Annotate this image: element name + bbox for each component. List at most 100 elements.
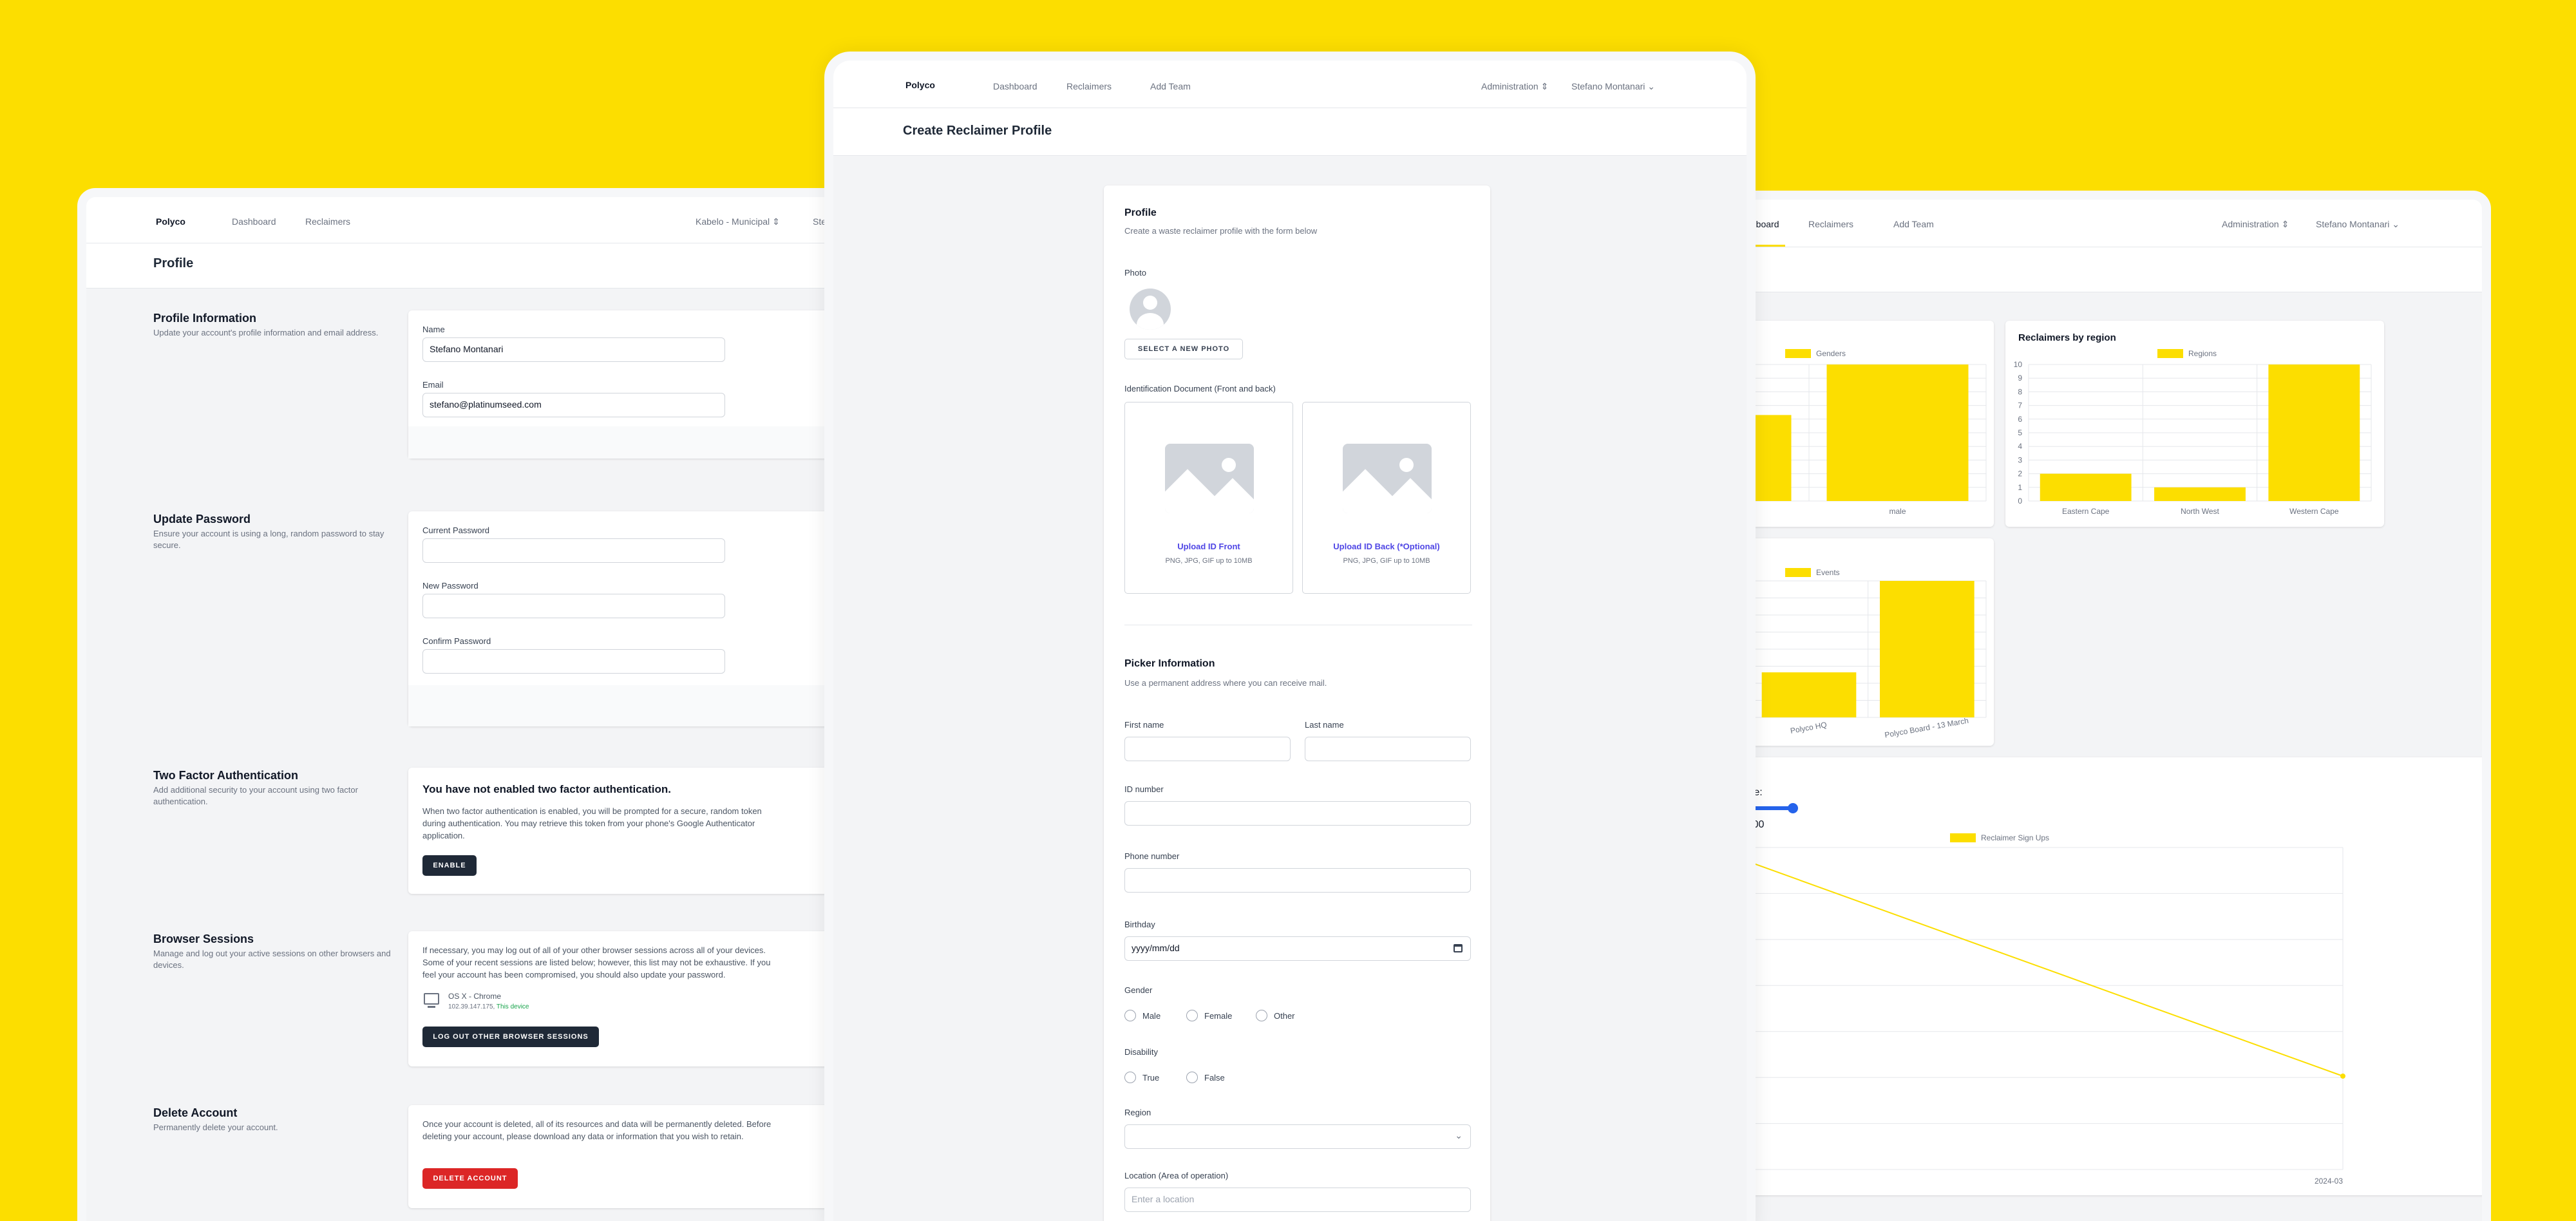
create-header: Create Reclaimer Profile <box>833 108 1747 156</box>
twofa-heading: You have not enabled two factor authenti… <box>422 783 671 795</box>
birthday-field[interactable]: yyyy/mm/dd <box>1124 936 1471 961</box>
chevron-down-icon: ⌄ <box>2392 219 2400 229</box>
polyco-logo: Polyco <box>156 216 185 227</box>
bar <box>1826 364 1969 501</box>
email-label: Email <box>422 380 444 390</box>
signups-chart-panel: lps Max Age: nge: 0 - 100 Reclaimer Sign… <box>1709 757 2482 1195</box>
y-tick-label: 1 <box>2018 483 2022 492</box>
id-number-field[interactable] <box>1124 801 1471 826</box>
x-tick-label: Eastern Cape <box>2062 507 2110 516</box>
gender-other-radio[interactable] <box>1256 1010 1267 1021</box>
delete-body: Once your account is deleted, all of its… <box>422 1119 772 1141</box>
data-point <box>2340 1074 2345 1079</box>
create-reclaimer-window: Polyco Dashboard Reclaimers Add Team Adm… <box>824 52 1756 1221</box>
gender-female-radio[interactable] <box>1186 1010 1198 1021</box>
current-password-field[interactable] <box>422 538 725 563</box>
x-tick-label: male <box>1889 507 1906 516</box>
confirm-password-field[interactable] <box>422 649 725 674</box>
disability-true-radio[interactable] <box>1124 1072 1136 1083</box>
this-device-label: This device <box>496 1003 529 1010</box>
dash-admin-dropdown[interactable]: Administration ⇕ <box>2222 219 2289 230</box>
phone-field[interactable] <box>1124 868 1471 893</box>
last-name-label: Last name <box>1305 720 1344 730</box>
image-placeholder-icon <box>1165 444 1254 513</box>
org-dropdown[interactable]: Kabelo - Municipal ⇕ <box>696 216 780 227</box>
disability-false-label: False <box>1204 1073 1225 1083</box>
logout-sessions-button[interactable]: LOG OUT OTHER BROWSER SESSIONS <box>422 1027 599 1047</box>
create-nav-addteam[interactable]: Add Team <box>1150 81 1191 91</box>
region-select[interactable]: ⌄ <box>1124 1124 1471 1149</box>
dash-user-dropdown[interactable]: Stefano Montanari ⌄ <box>2316 219 2400 230</box>
nav-reclaimers[interactable]: Reclaimers <box>305 216 350 227</box>
location-field[interactable]: Enter a location <box>1124 1188 1471 1212</box>
calendar-icon <box>1454 944 1463 952</box>
profile-window: Polyco Dashboard Reclaimers Kabelo - Mun… <box>77 188 914 1221</box>
new-password-field[interactable] <box>422 594 725 618</box>
x-tick-label: Polyco Board - 13 March <box>1884 716 1969 740</box>
signups-chart: 2024-03 <box>1709 847 2345 1186</box>
y-tick-label: 6 <box>2018 415 2022 424</box>
last-name-field[interactable] <box>1305 737 1471 761</box>
id-doc-label: Identification Document (Front and back) <box>1124 384 1276 393</box>
picker-section-title: Picker Information <box>1124 658 1215 669</box>
disability-label: Disability <box>1124 1047 1159 1057</box>
create-admin-dropdown[interactable]: Administration ⇕ <box>1481 81 1548 92</box>
image-placeholder-icon <box>1343 444 1432 513</box>
avatar-placeholder-icon <box>1130 289 1171 330</box>
location-label: Location (Area of operation) <box>1124 1171 1229 1180</box>
gender-male-label: Male <box>1142 1011 1161 1021</box>
create-admin-label: Administration <box>1481 81 1539 91</box>
upload-id-back-dropzone[interactable]: Upload ID Back (*Optional) PNG, JPG, GIF… <box>1302 402 1471 594</box>
y-tick-label: 3 <box>2018 455 2022 464</box>
create-nav-reclaimers[interactable]: Reclaimers <box>1066 81 1112 91</box>
dash-nav-reclaimers[interactable]: Reclaimers <box>1808 219 1853 229</box>
password-desc: Ensure your account is using a long, ran… <box>153 529 384 550</box>
y-tick-label: 2 <box>2018 469 2022 478</box>
create-user-dropdown[interactable]: Stefano Montanari ⌄ <box>1571 81 1655 92</box>
bar <box>1761 672 1857 717</box>
bar <box>1880 581 1975 717</box>
upload-id-back-link[interactable]: Upload ID Back (*Optional) <box>1303 542 1470 551</box>
enable-2fa-button[interactable]: ENABLE <box>422 855 477 876</box>
gender-male-radio[interactable] <box>1124 1010 1136 1021</box>
photo-label: Photo <box>1124 268 1146 278</box>
chevron-updown-icon: ⇕ <box>772 216 780 227</box>
select-photo-button[interactable]: SELECT A NEW PHOTO <box>1124 339 1243 359</box>
upload-id-front-link[interactable]: Upload ID Front <box>1125 542 1293 551</box>
page-header: Profile <box>86 243 905 289</box>
gender-label: Gender <box>1124 985 1153 995</box>
dash-admin-label: Administration <box>2222 219 2279 229</box>
session-ip: 102.39.147.175, This device <box>448 1003 529 1010</box>
session-ip-value: 102.39.147.175, <box>448 1003 495 1010</box>
top-nav: Polyco Dashboard Reclaimers Kabelo - Mun… <box>86 197 905 243</box>
page-title: Profile <box>153 256 194 270</box>
chevron-updown-icon: ⇕ <box>2281 219 2289 229</box>
chevron-down-icon: ⌄ <box>1455 1130 1463 1141</box>
region-chart-panel: Reclaimers by region Regions 01234567891… <box>2005 321 2384 527</box>
dash-nav-addteam[interactable]: Add Team <box>1893 219 1934 229</box>
x-tick-label: Western Cape <box>2289 507 2339 516</box>
picker-section-desc: Use a permanent address where you can re… <box>1124 678 1327 688</box>
upload-id-front-dropzone[interactable]: Upload ID Front PNG, JPG, GIF up to 10MB <box>1124 402 1293 594</box>
disability-true-label: True <box>1142 1073 1160 1083</box>
password-title: Update Password <box>153 513 251 525</box>
disability-false-radio[interactable] <box>1186 1072 1198 1083</box>
delete-title: Delete Account <box>153 1106 238 1119</box>
bar <box>2154 487 2246 501</box>
current-password-label: Current Password <box>422 525 490 535</box>
upload-hint-front: PNG, JPG, GIF up to 10MB <box>1165 557 1253 565</box>
create-nav-dashboard[interactable]: Dashboard <box>993 81 1037 91</box>
name-field[interactable]: Stefano Montanari <box>422 337 725 362</box>
profile-info-title: Profile Information <box>153 312 257 325</box>
nav-dashboard[interactable]: Dashboard <box>232 216 276 227</box>
y-tick-label: 7 <box>2018 401 2022 410</box>
y-tick-label: 8 <box>2018 387 2022 396</box>
email-field[interactable]: stefano@platinumseed.com <box>422 393 725 417</box>
delete-account-button[interactable]: DELETE ACCOUNT <box>422 1168 518 1189</box>
desktop-stand <box>428 1006 435 1008</box>
first-name-field[interactable] <box>1124 737 1291 761</box>
profile-section-desc: Create a waste reclaimer profile with th… <box>1124 226 1318 236</box>
dashboard-window: Dashboard Reclaimers Add Team Administra… <box>1700 191 2491 1221</box>
profile-info-desc: Update your account's profile informatio… <box>153 328 379 337</box>
delete-desc: Permanently delete your account. <box>153 1122 278 1132</box>
